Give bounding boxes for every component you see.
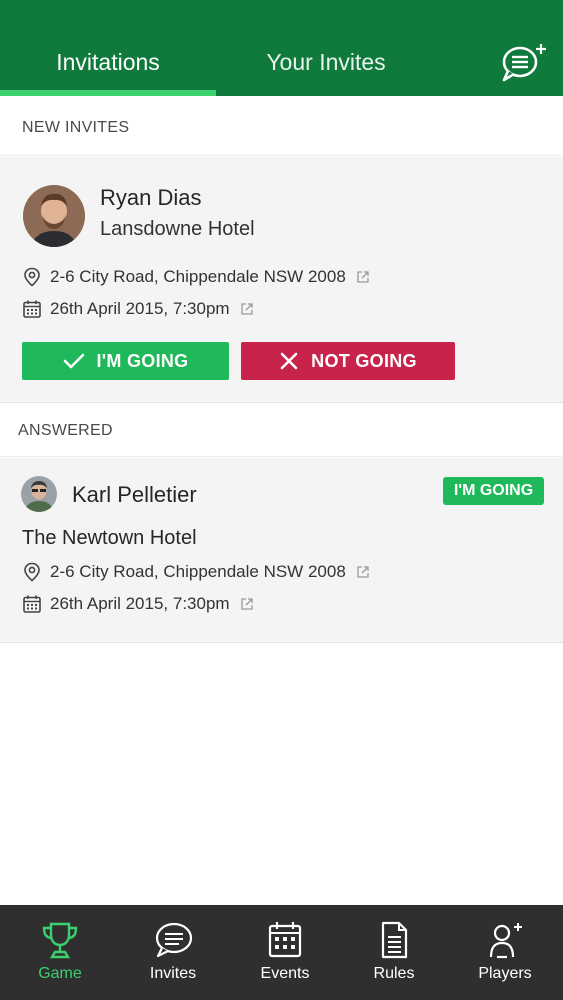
section-title: NEW INVITES xyxy=(22,119,130,136)
active-tab-indicator xyxy=(0,90,216,96)
inviter-name: Ryan Dias xyxy=(100,185,202,210)
calendar-icon xyxy=(22,299,42,319)
nav-label: Invites xyxy=(149,965,197,982)
not-going-label: NOT GOING xyxy=(311,350,417,371)
calendar-icon xyxy=(265,921,305,959)
external-link-icon[interactable] xyxy=(240,597,254,611)
nav-label: Rules xyxy=(373,965,415,982)
venue-name: The Newtown Hotel xyxy=(22,527,197,549)
venue-name: Lansdowne Hotel xyxy=(100,218,255,240)
tab-invitations[interactable]: Invitations xyxy=(0,44,216,80)
datetime-row[interactable]: 26th April 2015, 7:30pm xyxy=(22,298,254,320)
external-link-icon[interactable] xyxy=(356,270,370,284)
status-badge: I'M GOING xyxy=(443,477,544,505)
bottom-nav: Game Invites Events Rules Players xyxy=(0,905,563,1000)
chat-plus-icon[interactable] xyxy=(500,40,552,84)
section-title: ANSWERED xyxy=(18,422,113,439)
check-icon xyxy=(63,353,84,369)
datetime-row[interactable]: 26th April 2015, 7:30pm xyxy=(22,593,254,615)
address-row[interactable]: 2-6 City Road, Chippendale NSW 2008 xyxy=(22,266,370,288)
nav-item-game[interactable]: Game xyxy=(4,905,116,1000)
invite-card: Ryan Dias Lansdowne Hotel 2-6 City Road,… xyxy=(0,157,563,403)
avatar xyxy=(21,476,57,512)
nav-label: Game xyxy=(38,965,82,982)
external-link-icon[interactable] xyxy=(356,565,370,579)
not-going-button[interactable]: NOT GOING xyxy=(241,342,455,380)
document-icon xyxy=(374,921,414,959)
im-going-label: I'M GOING xyxy=(96,350,189,371)
nav-item-rules[interactable]: Rules xyxy=(338,905,450,1000)
nav-item-invites[interactable]: Invites xyxy=(117,905,229,1000)
address-text: 2-6 City Road, Chippendale NSW 2008 xyxy=(50,267,346,286)
address-text: 2-6 City Road, Chippendale NSW 2008 xyxy=(50,562,346,581)
chat-icon xyxy=(153,921,193,959)
nav-label: Players xyxy=(478,965,532,982)
invite-card: Karl Pelletier I'M GOING The Newtown Hot… xyxy=(0,458,563,643)
section-answered: ANSWERED xyxy=(0,403,563,457)
nav-item-events[interactable]: Events xyxy=(229,905,341,1000)
location-pin-icon xyxy=(22,267,42,287)
datetime-text: 26th April 2015, 7:30pm xyxy=(50,299,230,318)
app-header: Invitations Your Invites xyxy=(0,0,563,96)
external-link-icon[interactable] xyxy=(240,302,254,316)
add-person-icon xyxy=(485,921,525,959)
close-icon xyxy=(280,352,298,370)
address-row[interactable]: 2-6 City Road, Chippendale NSW 2008 xyxy=(22,561,370,583)
inviter-name: Karl Pelletier xyxy=(72,482,197,507)
calendar-icon xyxy=(22,594,42,614)
trophy-icon xyxy=(40,921,80,959)
section-new-invites: NEW INVITES xyxy=(0,100,563,156)
nav-item-players[interactable]: Players xyxy=(449,905,561,1000)
avatar xyxy=(23,185,85,247)
nav-label: Events xyxy=(260,965,310,982)
location-pin-icon xyxy=(22,562,42,582)
im-going-button[interactable]: I'M GOING xyxy=(22,342,229,380)
tab-your-invites[interactable]: Your Invites xyxy=(216,44,436,80)
datetime-text: 26th April 2015, 7:30pm xyxy=(50,594,230,613)
